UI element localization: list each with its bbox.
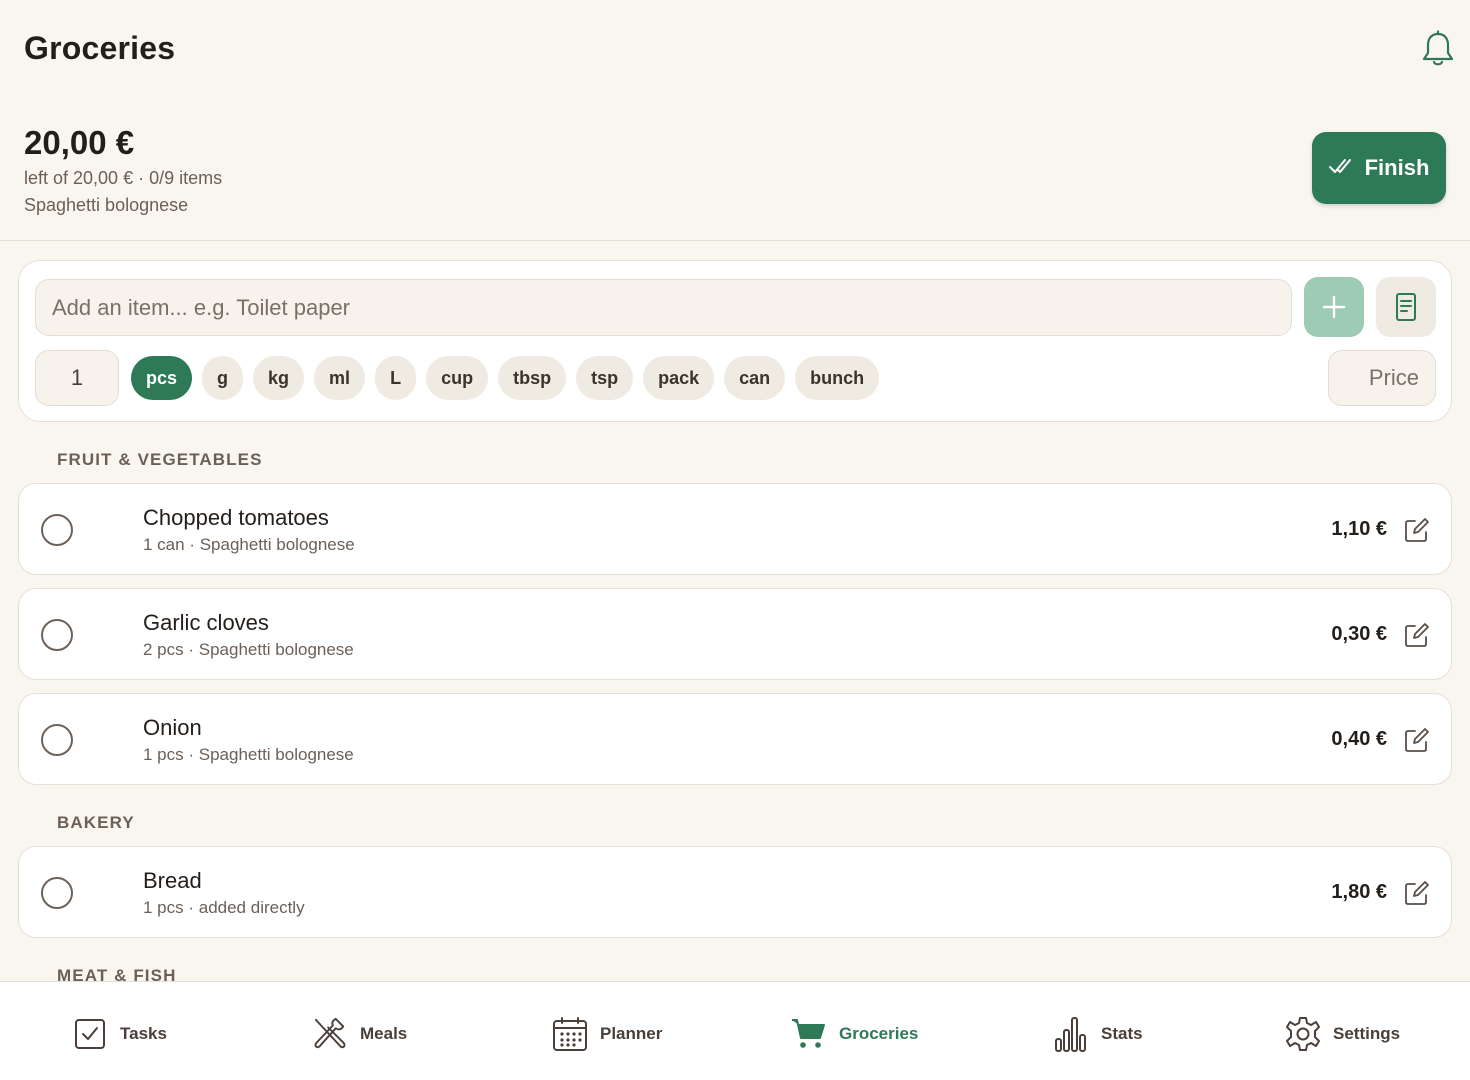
- nav-stats-label: Stats: [1101, 1024, 1143, 1043]
- budget-recipe: Spaghetti bolognese: [24, 195, 189, 215]
- bar-chart-icon: [1053, 1016, 1089, 1052]
- list-item: Bread 1 pcs · added directly 1,80 €: [18, 846, 1452, 938]
- calendar-icon: [552, 1016, 588, 1052]
- item-price: 0,30 €: [1331, 623, 1387, 645]
- receipt-button[interactable]: [1376, 277, 1436, 337]
- nav-groceries-label: Groceries: [839, 1024, 919, 1043]
- finish-button[interactable]: Finish: [1312, 132, 1446, 204]
- bell-icon[interactable]: [1420, 30, 1456, 68]
- unit-chip-cup[interactable]: cup: [426, 356, 489, 400]
- unit-chips: pcs g kg ml L cup tbsp tsp pack can bunc…: [131, 356, 880, 400]
- nav-settings-label: Settings: [1333, 1024, 1401, 1043]
- item-name: Bread: [143, 868, 202, 893]
- edit-icon[interactable]: [1404, 622, 1430, 648]
- item-name: Chopped tomatoes: [143, 505, 329, 530]
- unit-chip-kg[interactable]: kg: [253, 356, 305, 400]
- utensils-icon: [312, 1016, 348, 1052]
- header: Groceries 20,00 € left of 20,00 € · 0/9 …: [0, 0, 1470, 241]
- plus-icon: [1322, 295, 1346, 319]
- receipt-icon: [1396, 293, 1416, 321]
- add-item-input[interactable]: Add an item... e.g. Toilet paper: [35, 279, 1292, 336]
- list-item: Onion 1 pcs · Spaghetti bolognese 0,40 €: [18, 693, 1452, 785]
- nav-tasks[interactable]: Tasks: [72, 1016, 167, 1052]
- price-input[interactable]: Price: [1328, 350, 1436, 406]
- item-checkbox[interactable]: [41, 514, 73, 546]
- add-item-card: Add an item... e.g. Toilet paper 1 pcs g…: [18, 260, 1452, 422]
- nav-tasks-label: Tasks: [120, 1024, 167, 1043]
- item-meta: 1 pcs · added directly: [143, 898, 305, 917]
- budget-subtitle: left of 20,00 € · 0/9 items: [24, 168, 223, 188]
- unit-chip-pcs[interactable]: pcs: [131, 356, 193, 400]
- item-meta: 1 can · Spaghetti bolognese: [143, 535, 355, 554]
- edit-icon[interactable]: [1404, 517, 1430, 543]
- unit-chip-pack[interactable]: pack: [643, 356, 715, 400]
- nav-meals[interactable]: Meals: [312, 1016, 407, 1052]
- add-item-button[interactable]: [1304, 277, 1364, 337]
- item-meta: 2 pcs · Spaghetti bolognese: [143, 640, 354, 659]
- gear-icon: [1285, 1016, 1321, 1052]
- item-checkbox[interactable]: [41, 877, 73, 909]
- double-check-icon: [1328, 155, 1355, 181]
- unit-chip-tbsp[interactable]: tbsp: [498, 356, 567, 400]
- item-price: 1,10 €: [1331, 518, 1387, 540]
- item-name: Garlic cloves: [143, 610, 269, 635]
- unit-chip-g[interactable]: g: [202, 356, 244, 400]
- checkbox-icon: [72, 1016, 108, 1052]
- unit-chip-l[interactable]: L: [375, 356, 417, 400]
- item-checkbox[interactable]: [41, 724, 73, 756]
- list-item: Chopped tomatoes 1 can · Spaghetti bolog…: [18, 483, 1452, 575]
- item-price: 0,40 €: [1331, 728, 1387, 750]
- unit-chip-tsp[interactable]: tsp: [576, 356, 634, 400]
- quantity-input[interactable]: 1: [35, 350, 119, 406]
- unit-chip-can[interactable]: can: [724, 356, 786, 400]
- bottom-nav: Tasks Meals Planner Groceries Stats Sett…: [0, 981, 1470, 1080]
- finish-label: Finish: [1364, 155, 1430, 180]
- page-title: Groceries: [24, 30, 176, 66]
- nav-planner[interactable]: Planner: [552, 1016, 662, 1052]
- item-meta: 1 pcs · Spaghetti bolognese: [143, 745, 354, 764]
- item-name: Onion: [143, 715, 202, 740]
- unit-chip-ml[interactable]: ml: [314, 356, 366, 400]
- nav-planner-label: Planner: [600, 1024, 663, 1043]
- nav-stats[interactable]: Stats: [1053, 1016, 1143, 1052]
- item-price: 1,80 €: [1331, 881, 1387, 903]
- edit-icon[interactable]: [1404, 727, 1430, 753]
- section-label: BAKERY: [57, 813, 135, 832]
- section-label: FRUIT & VEGETABLES: [57, 450, 263, 469]
- nav-groceries[interactable]: Groceries: [791, 1016, 918, 1052]
- nav-meals-label: Meals: [360, 1024, 408, 1043]
- budget-remaining: 20,00 €: [24, 124, 135, 161]
- cart-icon: [791, 1016, 827, 1052]
- list-item: Garlic cloves 2 pcs · Spaghetti bolognes…: [18, 588, 1452, 680]
- item-checkbox[interactable]: [41, 619, 73, 651]
- unit-chip-bunch[interactable]: bunch: [795, 356, 880, 400]
- nav-settings[interactable]: Settings: [1285, 1016, 1400, 1052]
- edit-icon[interactable]: [1404, 880, 1430, 906]
